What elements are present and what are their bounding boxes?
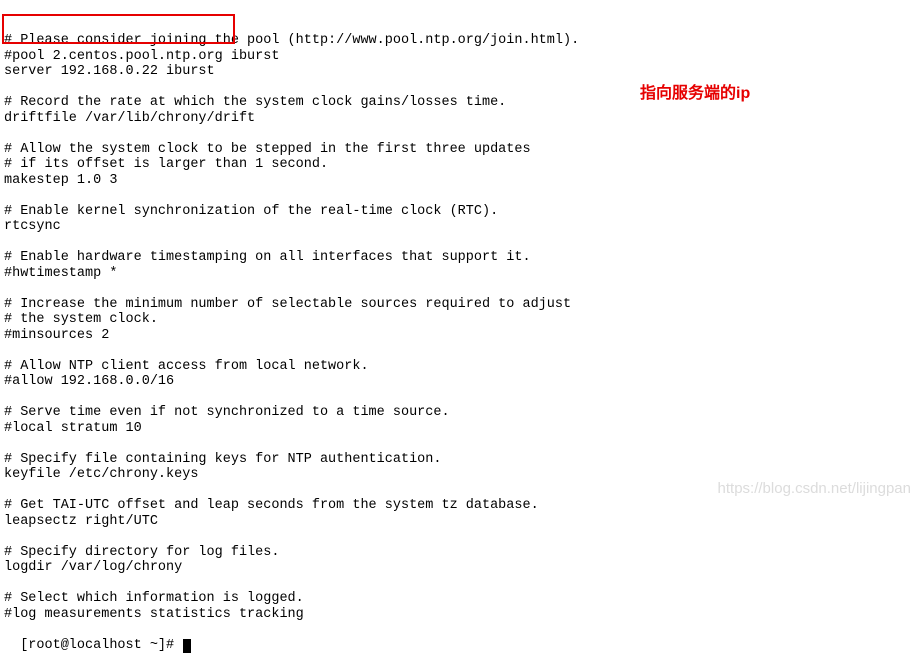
shell-prompt: [root@localhost ~]#: [20, 638, 182, 653]
terminal-line: #log measurements statistics tracking: [4, 607, 919, 623]
terminal-line: [4, 343, 919, 359]
terminal-line: #local stratum 10: [4, 421, 919, 437]
terminal-line: #allow 192.168.0.0/16: [4, 374, 919, 390]
terminal-line: driftfile /var/lib/chrony/drift: [4, 111, 919, 127]
terminal-output[interactable]: # Please consider joining the pool (http…: [0, 0, 923, 655]
terminal-line: # Increase the minimum number of selecta…: [4, 297, 919, 313]
terminal-line: leapsectz right/UTC: [4, 514, 919, 530]
terminal-line: [4, 188, 919, 204]
terminal-line: logdir /var/log/chrony: [4, 560, 919, 576]
terminal-line: # if its offset is larger than 1 second.: [4, 157, 919, 173]
watermark-text: https://blog.csdn.net/lijingpan: [718, 480, 911, 497]
terminal-line: [4, 576, 919, 592]
terminal-line: # Select which information is logged.: [4, 591, 919, 607]
terminal-line: # Please consider joining the pool (http…: [4, 33, 919, 49]
annotation-label: 指向服务端的ip: [640, 85, 750, 103]
terminal-line: [4, 436, 919, 452]
cursor-block: [183, 639, 191, 653]
terminal-line: server 192.168.0.22 iburst: [4, 64, 919, 80]
terminal-line: #minsources 2: [4, 328, 919, 344]
terminal-line: [4, 235, 919, 251]
terminal-line: # Record the rate at which the system cl…: [4, 95, 919, 111]
terminal-line: [4, 390, 919, 406]
terminal-line: # Enable hardware timestamping on all in…: [4, 250, 919, 266]
terminal-line: # Specify directory for log files.: [4, 545, 919, 561]
terminal-line: makestep 1.0 3: [4, 173, 919, 189]
terminal-line: #pool 2.centos.pool.ntp.org iburst: [4, 49, 919, 65]
terminal-line: # Get TAI-UTC offset and leap seconds fr…: [4, 498, 919, 514]
terminal-line: # the system clock.: [4, 312, 919, 328]
terminal-line: [4, 281, 919, 297]
terminal-line: [4, 80, 919, 96]
terminal-line: [4, 126, 919, 142]
terminal-line: # Enable kernel synchronization of the r…: [4, 204, 919, 220]
terminal-line: # Allow the system clock to be stepped i…: [4, 142, 919, 158]
terminal-line: #hwtimestamp *: [4, 266, 919, 282]
terminal-line: # Allow NTP client access from local net…: [4, 359, 919, 375]
terminal-line: [4, 529, 919, 545]
terminal-line: # Serve time even if not synchronized to…: [4, 405, 919, 421]
terminal-line: # Specify file containing keys for NTP a…: [4, 452, 919, 468]
terminal-line: rtcsync: [4, 219, 919, 235]
